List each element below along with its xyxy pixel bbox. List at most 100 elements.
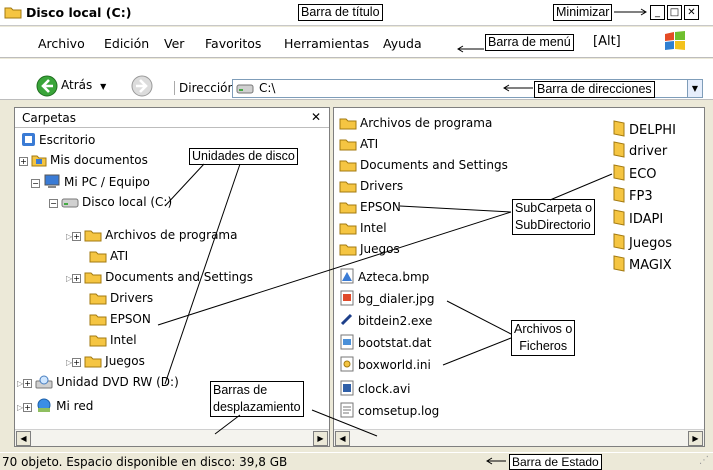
callout-minimize: Minimizar xyxy=(553,4,613,21)
collapse-icon[interactable]: − xyxy=(31,179,40,188)
folder-item[interactable]: ATI xyxy=(339,137,378,153)
file-item[interactable]: bg_dialer.jpg xyxy=(339,290,434,306)
expand-icon[interactable]: + xyxy=(72,358,82,367)
expand-icon[interactable]: + xyxy=(23,379,33,388)
window-title: Disco local (C:) xyxy=(26,5,132,20)
callout-drive-units: Unidades de disco xyxy=(189,148,298,165)
tree-item-desktop[interactable]: Escritorio xyxy=(21,132,95,148)
tree-item-epson[interactable]: EPSON xyxy=(89,312,151,328)
folder-item[interactable]: FP3 xyxy=(612,186,653,204)
menu-edicion[interactable]: Edición xyxy=(104,36,149,51)
folder-item[interactable]: IDAPI xyxy=(612,209,663,227)
item-label: Juegos xyxy=(629,236,673,251)
folder-icon xyxy=(613,141,625,158)
close-icon[interactable]: ✕ xyxy=(311,110,321,124)
tree-item-my-computer[interactable]: − Mi PC / Equipo xyxy=(31,174,150,190)
folder-item[interactable]: Juegos xyxy=(612,233,673,251)
item-label: EPSON xyxy=(360,200,401,214)
video-file-icon xyxy=(340,380,354,396)
title-bar[interactable]: Disco local (C:) Barra de título Minimiz… xyxy=(0,0,713,26)
folder-item[interactable]: Archivos de programa xyxy=(339,116,492,132)
folder-icon xyxy=(84,356,102,368)
file-item[interactable]: boxworld.ini xyxy=(339,356,431,372)
status-text: 70 objeto. Espacio disponible en disco: … xyxy=(2,455,288,469)
tree-item-drivers[interactable]: Drivers xyxy=(89,291,153,307)
bitmap-file-icon xyxy=(340,268,354,284)
expand-icon[interactable]: + xyxy=(23,403,33,412)
minimize-button[interactable]: _ xyxy=(650,5,665,20)
tree-label: ATI xyxy=(110,249,129,263)
folder-item[interactable]: Documents and Settings xyxy=(339,158,508,174)
network-icon xyxy=(37,398,51,412)
folders-horizontal-scrollbar[interactable]: ◀ ▶ xyxy=(15,429,329,446)
folder-item[interactable]: EPSON xyxy=(339,200,401,216)
dvd-drive-icon xyxy=(35,375,53,389)
expand-icon[interactable]: + xyxy=(19,157,28,166)
folder-icon xyxy=(84,272,102,284)
expand-icon[interactable]: + xyxy=(72,232,82,241)
folder-item[interactable]: driver xyxy=(612,141,667,159)
tree-item-dvd-drive[interactable]: ▷+ Unidad DVD RW (D:) xyxy=(17,375,179,391)
tree-item-juegos[interactable]: ▷+ Juegos xyxy=(66,354,145,370)
contents-horizontal-scrollbar[interactable]: ◀ ▶ xyxy=(334,429,704,446)
address-field[interactable]: C:\ Barra de direcciones ▼ xyxy=(232,79,703,98)
folder-item[interactable]: Juegos xyxy=(339,242,400,258)
resize-grip-icon[interactable]: ⋰ xyxy=(699,455,709,466)
tree-item-my-documents[interactable]: + Mis documentos xyxy=(19,153,148,169)
tree-item-ati[interactable]: ATI xyxy=(89,249,128,265)
folder-item[interactable]: Intel xyxy=(339,221,387,237)
menu-ayuda[interactable]: Ayuda xyxy=(383,36,422,51)
file-item[interactable]: clock.avi xyxy=(339,380,410,396)
menu-herramientas[interactable]: Herramientas xyxy=(284,36,369,51)
collapse-icon[interactable]: − xyxy=(49,199,58,208)
scroll-right-icon[interactable]: ▶ xyxy=(313,431,328,446)
folder-item[interactable]: DELPHI xyxy=(612,120,676,138)
tree-item-program-files[interactable]: ▷+ Archivos de programa xyxy=(66,228,237,244)
item-label: Drivers xyxy=(360,179,404,193)
tree-item-my-network[interactable]: ▷+ Mi red xyxy=(17,398,93,414)
folder-item[interactable]: MAGIX xyxy=(612,255,672,273)
address-dropdown-icon[interactable]: ▼ xyxy=(687,80,702,97)
scroll-left-icon[interactable]: ◀ xyxy=(16,431,31,446)
callout-subfolder-line2: SubDirectorio xyxy=(515,218,591,232)
scroll-right-icon[interactable]: ▶ xyxy=(688,431,703,446)
file-item[interactable]: bitdein2.exe xyxy=(339,312,432,328)
close-button[interactable]: ✕ xyxy=(684,5,699,20)
item-label: comsetup.log xyxy=(358,404,440,418)
file-item[interactable]: bootstat.dat xyxy=(339,334,432,350)
item-label: FP3 xyxy=(629,189,653,204)
scroll-left-icon[interactable]: ◀ xyxy=(335,431,350,446)
folder-icon xyxy=(613,120,625,137)
tree-label: Escritorio xyxy=(39,133,96,147)
tree-item-intel[interactable]: Intel xyxy=(89,333,137,349)
tree-item-documents-settings[interactable]: ▷+ Documents and Settings xyxy=(66,270,253,286)
menu-archivo[interactable]: Archivo xyxy=(38,36,85,51)
computer-icon xyxy=(44,174,60,188)
callout-files: Archivos o Ficheros xyxy=(511,320,576,356)
item-label: Juegos xyxy=(360,242,400,256)
callout-title-bar: Barra de título xyxy=(298,4,383,21)
tree-label: Drivers xyxy=(110,291,154,305)
tree-item-local-disk[interactable]: − Disco local (C:) xyxy=(49,195,172,211)
folder-icon xyxy=(89,314,107,326)
back-button[interactable]: Atrás ▼ xyxy=(36,75,106,97)
folder-item[interactable]: Drivers xyxy=(339,179,403,195)
settings-file-icon xyxy=(340,356,354,372)
maximize-button[interactable]: □ xyxy=(667,5,682,20)
file-item[interactable]: comsetup.log xyxy=(339,402,439,418)
folder-icon xyxy=(89,251,107,263)
folder-icon xyxy=(4,7,22,19)
status-bar: 70 objeto. Espacio disponible en disco: … xyxy=(0,452,713,470)
item-label: bitdein2.exe xyxy=(358,314,433,328)
item-label: MAGIX xyxy=(629,258,672,273)
forward-arrow-icon[interactable] xyxy=(131,75,153,97)
expand-icon[interactable]: + xyxy=(72,274,82,283)
back-dropdown-icon[interactable]: ▼ xyxy=(100,82,106,91)
menu-ver[interactable]: Ver xyxy=(164,36,184,51)
menu-favoritos[interactable]: Favoritos xyxy=(205,36,261,51)
folder-icon xyxy=(339,202,357,214)
tree-label: EPSON xyxy=(110,312,151,326)
folder-item[interactable]: ECO xyxy=(612,164,657,182)
callout-address-bar: Barra de direcciones xyxy=(534,81,655,98)
file-item[interactable]: Azteca.bmp xyxy=(339,268,429,284)
